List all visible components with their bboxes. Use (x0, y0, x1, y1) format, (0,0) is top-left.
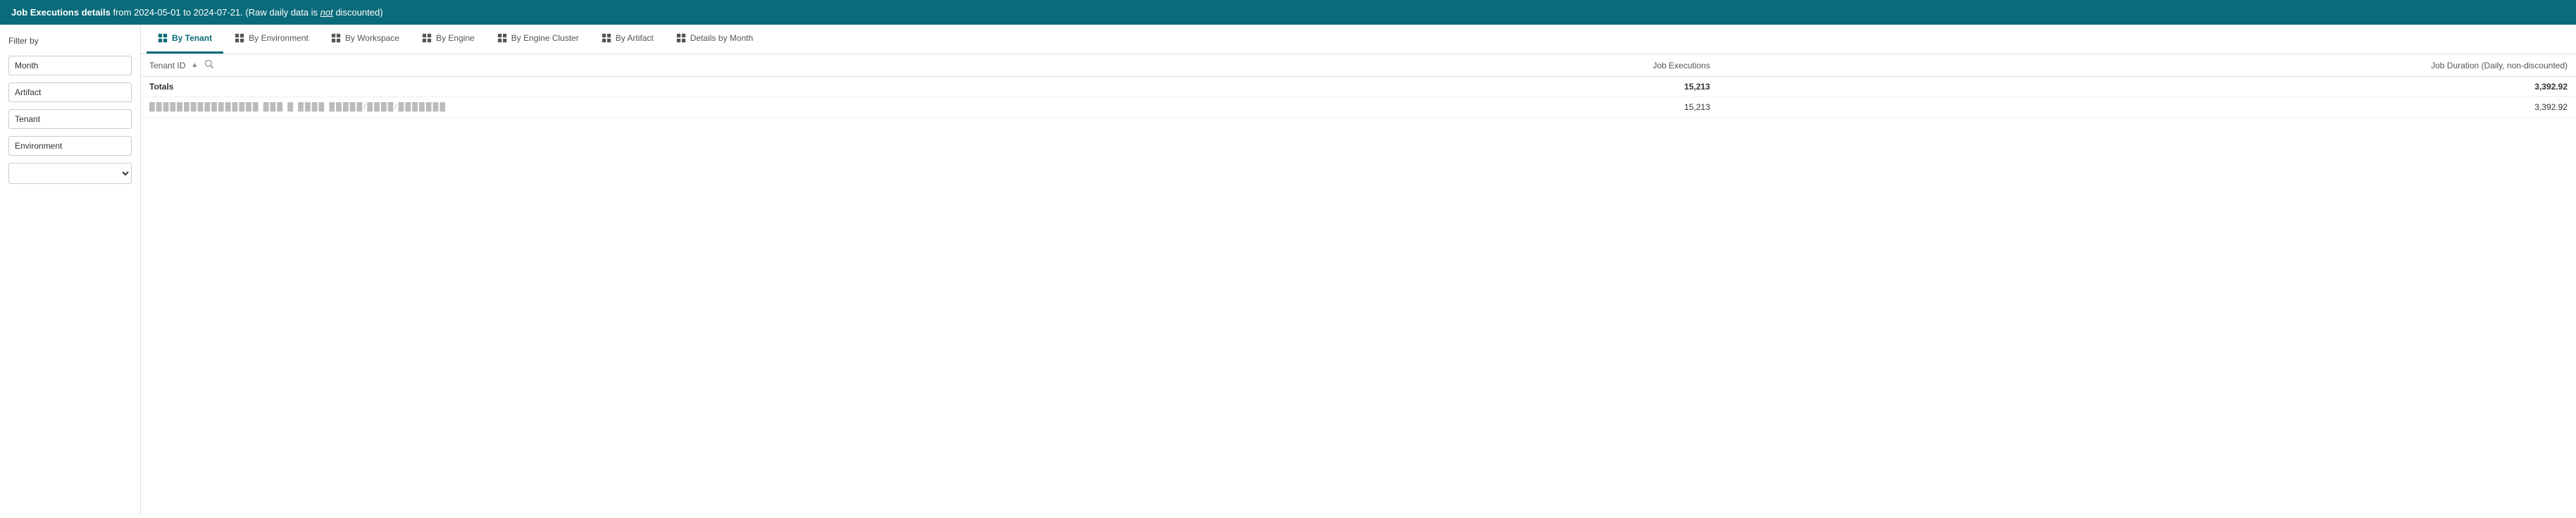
tenant-id-cell: ████████████████ ███ █ ████ █████/████/█… (141, 97, 1307, 118)
table-icon-details-by-month (676, 33, 686, 43)
main-layout: Filter by By Tenant (0, 25, 2576, 516)
tabs-bar: By Tenant By Environment (141, 25, 2576, 54)
table-row: ████████████████ ███ █ ████ █████/████/█… (141, 97, 2576, 118)
sidebar: Filter by (0, 25, 141, 516)
tab-by-engine-cluster[interactable]: By Engine Cluster (486, 25, 590, 54)
table-icon-by-engine-cluster (497, 33, 507, 43)
col-header-job-duration: Job Duration (Daily, non-discounted) (1719, 54, 2576, 77)
table-icon-by-workspace (331, 33, 341, 43)
data-table: Tenant ID ▲ Job Executions (141, 54, 2576, 118)
search-icon[interactable] (205, 60, 213, 70)
totals-label: Totals (141, 77, 1307, 97)
sort-asc-icon: ▲ (191, 61, 198, 69)
header-title-bold: Job Executions details (11, 7, 111, 18)
row-job-executions: 15,213 (1307, 97, 1718, 118)
table-container: Tenant ID ▲ Job Executions (141, 54, 2576, 516)
totals-job-executions: 15,213 (1307, 77, 1718, 97)
tab-by-tenant[interactable]: By Tenant (147, 25, 223, 54)
environment-filter-input[interactable] (8, 136, 132, 156)
content-area: By Tenant By Environment (141, 25, 2576, 516)
extra-filter-select[interactable] (8, 163, 132, 184)
tab-by-engine[interactable]: By Engine (411, 25, 486, 54)
table-header-row: Tenant ID ▲ Job Executions (141, 54, 2576, 77)
tenant-filter-input[interactable] (8, 109, 132, 129)
totals-job-duration: 3,392.92 (1719, 77, 2576, 97)
header-bar: Job Executions details from 2024-05-01 t… (0, 0, 2576, 25)
month-filter-input[interactable] (8, 56, 132, 75)
tab-by-environment[interactable]: By Environment (223, 25, 320, 54)
table-icon-by-environment (235, 33, 244, 43)
col-header-tenant-id[interactable]: Tenant ID ▲ (141, 54, 1307, 77)
header-subtitle: (Raw daily data is not discounted) (245, 7, 382, 18)
col-header-job-executions: Job Executions (1307, 54, 1718, 77)
table-icon-by-engine (422, 33, 432, 43)
header-title-rest: from 2024-05-01 to 2024-07-21. (111, 7, 243, 18)
filter-by-label: Filter by (8, 36, 132, 46)
row-job-duration: 3,392.92 (1719, 97, 2576, 118)
tab-details-by-month[interactable]: Details by Month (665, 25, 764, 54)
tab-by-artifact[interactable]: By Artifact (590, 25, 665, 54)
table-row-totals: Totals 15,213 3,392.92 (141, 77, 2576, 97)
artifact-filter-input[interactable] (8, 82, 132, 102)
table-icon-by-artifact (602, 33, 611, 43)
tab-by-workspace[interactable]: By Workspace (320, 25, 411, 54)
table-icon-by-tenant (158, 33, 168, 43)
